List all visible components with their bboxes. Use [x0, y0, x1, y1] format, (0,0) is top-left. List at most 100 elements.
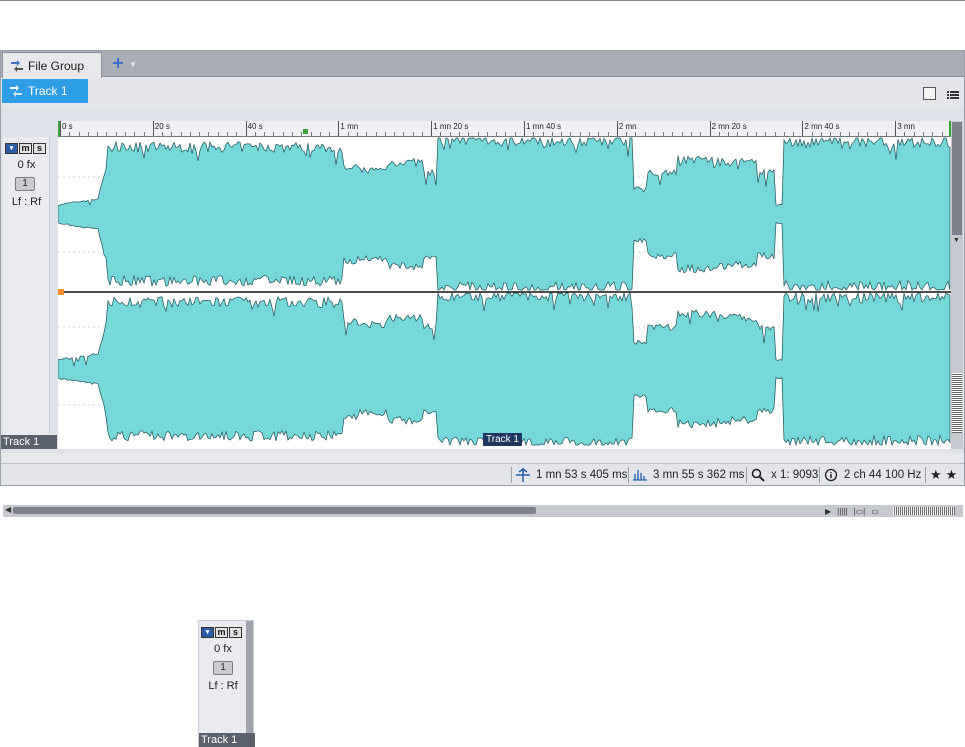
horizontal-scrollbar[interactable]: ◀ ▶ ||||| |▭| ▭: [3, 505, 963, 517]
ruler-minor-tick: [839, 132, 841, 136]
file-group-tab[interactable]: File Group: [2, 52, 102, 78]
track-header-edge: [246, 621, 253, 733]
cursor-position-display[interactable]: 1 mn 53 s 405 ms: [511, 467, 627, 483]
mute-button[interactable]: m: [19, 143, 32, 154]
ruler-minor-tick: [737, 132, 739, 136]
cursor-position-icon: [516, 468, 530, 482]
file-length-display[interactable]: 3 mn 55 s 362 ms: [628, 467, 744, 483]
zoom-fit-icon[interactable]: |▭|: [854, 507, 866, 516]
ruler-minor-tick: [774, 132, 776, 136]
add-tab-button[interactable]: ▼: [113, 56, 141, 72]
ruler-minor-tick: [273, 132, 275, 136]
zoom-full-icon[interactable]: ▭: [871, 507, 879, 516]
clip-name-label[interactable]: Track 1: [483, 433, 522, 446]
waveform-display[interactable]: Track 1: [58, 137, 951, 449]
track-menu-button[interactable]: ▾: [5, 143, 18, 154]
ruler-minor-tick: [700, 132, 702, 136]
ruler-minor-tick: [486, 132, 488, 136]
star-icon[interactable]: ★: [946, 467, 958, 483]
time-ruler[interactable]: 0 s 20 s 40 s 1 mn 1 mn 20 s 1 mn 40 s 2 mn 2 m…: [58, 121, 951, 137]
envelope-point[interactable]: [58, 289, 64, 295]
ruler-minor-tick: [848, 132, 850, 136]
mute-button[interactable]: m: [215, 627, 228, 638]
ruler-minor-tick: [533, 132, 535, 136]
zoom-out-icon[interactable]: |||||: [837, 507, 847, 516]
ruler-minor-tick: [820, 132, 822, 136]
ruler-minor-tick: [542, 132, 544, 136]
vertical-zoom-grip[interactable]: [952, 373, 962, 433]
track-number-button[interactable]: 1: [213, 661, 233, 675]
ruler-minor-tick: [78, 132, 80, 136]
ruler-minor-tick: [217, 132, 219, 136]
playback-cursor-marker[interactable]: [303, 129, 308, 134]
ruler-minor-tick: [97, 132, 99, 136]
track-tab[interactable]: Track 1: [2, 79, 88, 103]
file-group-tab-label: File Group: [28, 58, 85, 73]
ruler-minor-tick: [876, 132, 878, 136]
ruler-minor-tick: [162, 132, 164, 136]
ruler-minor-tick: [329, 132, 331, 136]
ruler-label: 20 s: [154, 122, 170, 131]
ruler-minor-tick: [635, 132, 637, 136]
ruler-minor-tick: [468, 132, 470, 136]
solo-button[interactable]: s: [33, 143, 46, 154]
scroll-left-icon[interactable]: ◀: [5, 505, 11, 514]
ruler-minor-tick: [199, 132, 201, 136]
horizontal-scroll-thumb[interactable]: [13, 507, 536, 514]
list-menu-icon[interactable]: [947, 88, 959, 100]
ruler-tick: [431, 121, 433, 136]
file-group-tabbar: File Group ▼: [1, 51, 964, 78]
fx-count[interactable]: 0 fx: [199, 643, 247, 655]
ruler-minor-tick: [301, 132, 303, 136]
horizontal-zoom-grip[interactable]: [893, 507, 955, 515]
status-bar: 1 mn 53 s 405 ms 3 mn 55 s 362 ms x 1: 9…: [1, 463, 964, 485]
star-icon[interactable]: ★: [930, 467, 942, 483]
audio-montage-window: File Group ▼ Track 1 0 s 20 s 40 s 1 mn 1 mn…: [0, 50, 965, 517]
ruler-minor-tick: [941, 132, 943, 136]
ruler-tick: [524, 121, 525, 136]
ruler-minor-tick: [598, 132, 600, 136]
ruler-minor-tick: [366, 132, 368, 136]
channel-routing[interactable]: Lf : Rf: [199, 680, 247, 692]
ruler-minor-tick: [375, 132, 377, 136]
ruler-minor-tick: [718, 132, 720, 136]
audio-properties-display[interactable]: 2 ch 44 100 Hz: [819, 467, 921, 483]
horizontal-zoom-controls[interactable]: ▶ ||||| |▭| ▭: [825, 505, 879, 517]
maximize-button[interactable]: [923, 87, 936, 100]
ruler-minor-tick: [282, 132, 284, 136]
ruler-minor-tick: [189, 132, 191, 136]
ruler-minor-tick: [644, 132, 646, 136]
ruler-minor-tick: [134, 132, 136, 136]
track-menu-button[interactable]: ▾: [201, 627, 214, 638]
zoom-display[interactable]: x 1: 9093: [746, 467, 818, 483]
ruler-minor-tick: [180, 132, 182, 136]
ruler-tick: [709, 121, 711, 136]
solo-button[interactable]: s: [229, 627, 242, 638]
ruler-minor-tick: [858, 132, 860, 136]
vertical-scroll-thumb[interactable]: [952, 122, 962, 235]
ruler-label: 0 s: [62, 122, 73, 131]
track-header-detail: ▾ m s 0 fx 1 Lf : Rf Track 1: [198, 620, 255, 747]
ruler-minor-tick: [440, 132, 442, 136]
ruler-minor-tick: [811, 132, 813, 136]
ruler-minor-tick: [236, 132, 238, 136]
ruler-minor-tick: [765, 132, 767, 136]
audio-properties-value: 2 ch 44 100 Hz: [844, 469, 922, 481]
ruler-tick: [338, 121, 340, 136]
top-divider: [0, 0, 965, 1]
scroll-right-icon[interactable]: ▶: [825, 507, 831, 516]
ruler-minor-tick: [403, 132, 405, 136]
ruler-minor-tick: [793, 132, 795, 136]
fx-count[interactable]: 0 fx: [3, 159, 50, 171]
ruler-tick: [895, 121, 897, 136]
vertical-scrollbar[interactable]: ▼: [951, 121, 963, 449]
channel-routing[interactable]: Lf : Rf: [3, 196, 50, 208]
ruler-minor-tick: [607, 132, 609, 136]
ruler-minor-tick: [579, 132, 581, 136]
ruler-minor-tick: [394, 132, 396, 136]
ruler-minor-tick: [459, 132, 461, 136]
stereo-waveform[interactable]: [58, 137, 951, 449]
scroll-down-icon[interactable]: ▼: [953, 237, 960, 244]
track-name-label: Track 1: [1, 435, 57, 449]
track-number-button[interactable]: 1: [15, 177, 35, 191]
